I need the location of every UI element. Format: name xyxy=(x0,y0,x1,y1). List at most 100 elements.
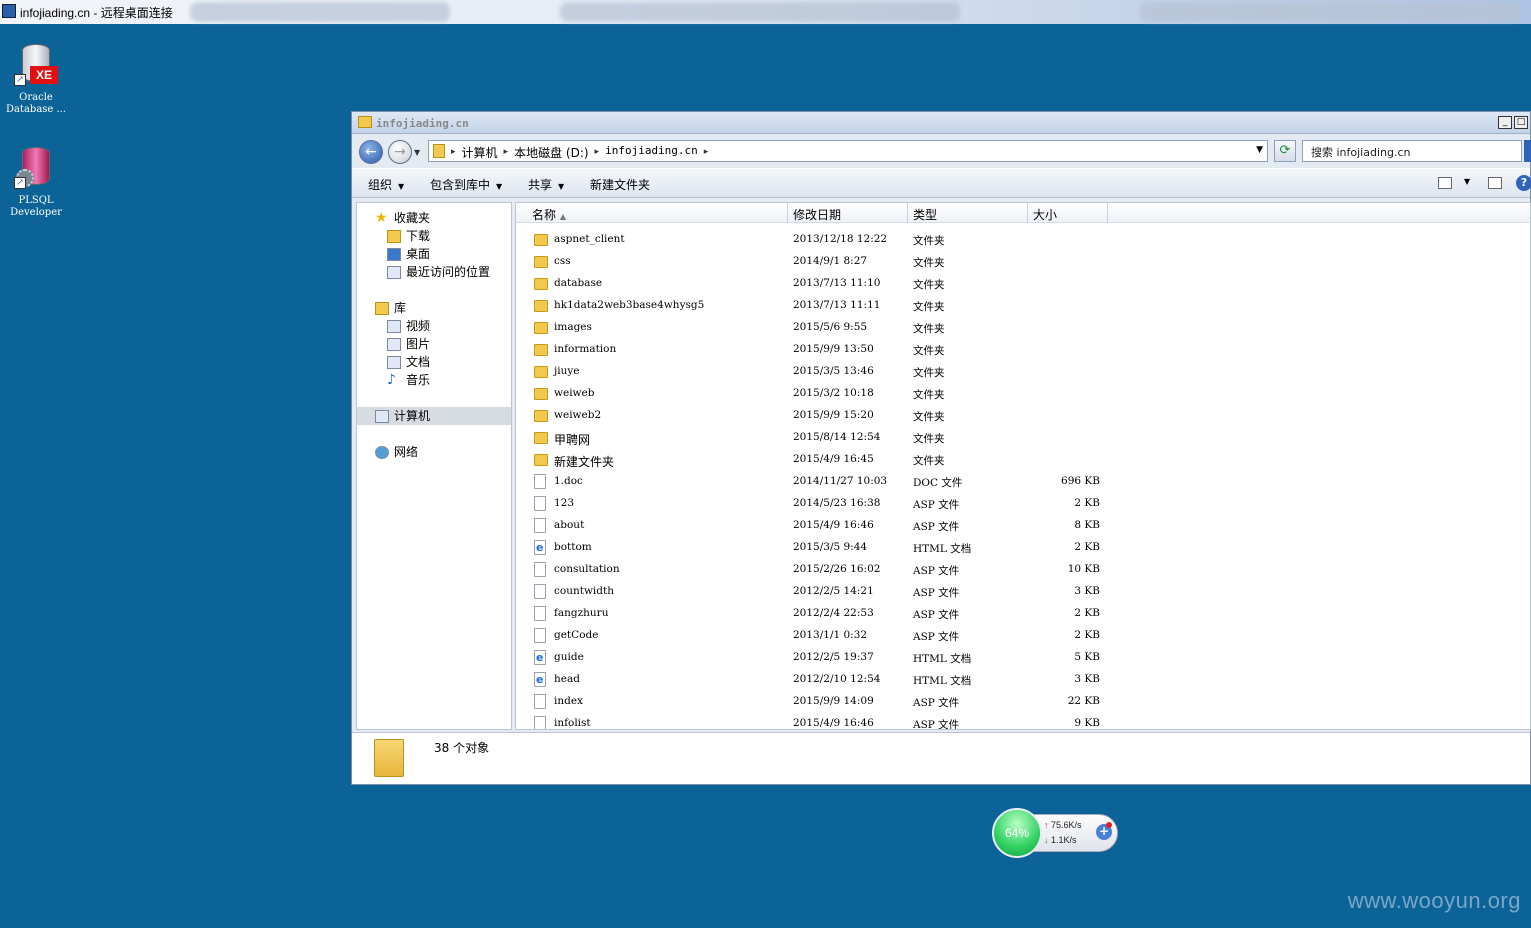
file-row[interactable]: 123 2014/5/23 16:38 ASP 文件 2 KB xyxy=(516,493,1530,515)
file-name: bottom xyxy=(554,541,592,553)
chevron-right-icon[interactable]: ▸ xyxy=(504,144,509,161)
share-button[interactable]: 共享 ▼ xyxy=(528,176,564,193)
network-icon xyxy=(375,446,389,459)
file-row[interactable]: images 2015/5/6 9:55 文件夹 xyxy=(516,317,1530,339)
search-placeholder: 搜索 infojiading.cn xyxy=(1311,146,1411,159)
column-name[interactable]: 名称 ▲ xyxy=(532,206,566,223)
chevron-right-icon[interactable]: ▸ xyxy=(595,144,600,161)
chevron-right-icon[interactable]: ▸ xyxy=(704,144,709,161)
view-options-icon[interactable] xyxy=(1438,177,1452,189)
file-row[interactable]: css 2014/9/1 8:27 文件夹 xyxy=(516,251,1530,273)
address-row: ← → ▼ ▸ 计算机 ▸ 本地磁盘 (D:) ▸ infojiading.cn… xyxy=(352,134,1531,168)
file-size: 22 KB xyxy=(1067,695,1100,707)
new-folder-button[interactable]: 新建文件夹 xyxy=(590,176,650,193)
desktop-icon-oracle-database[interactable]: XE ↗ Oracle Database ... xyxy=(0,42,72,116)
file-name: 新建文件夹 xyxy=(554,455,615,469)
file-row[interactable]: weiweb2 2015/9/9 15:20 文件夹 xyxy=(516,405,1530,427)
back-button[interactable]: ← xyxy=(359,140,383,164)
memory-usage-ball[interactable]: 64% xyxy=(992,808,1042,858)
file-row[interactable]: weiweb 2015/3/2 10:18 文件夹 xyxy=(516,383,1530,405)
shortcut-arrow-icon: ↗ xyxy=(14,74,26,86)
maximize-button[interactable]: □ xyxy=(1514,116,1528,129)
file-row[interactable]: index 2015/9/9 14:09 ASP 文件 22 KB xyxy=(516,691,1530,713)
desktop-icon-label: Oracle xyxy=(19,92,53,103)
file-row[interactable]: database 2013/7/13 11:10 文件夹 xyxy=(516,273,1530,295)
nav-libraries[interactable]: 库 xyxy=(375,299,406,317)
file-date: 2015/8/14 12:54 xyxy=(793,431,881,443)
nav-music[interactable]: ♪ 音乐 xyxy=(387,371,430,389)
column-type[interactable]: 类型 xyxy=(913,206,937,223)
file-name: information xyxy=(554,343,617,355)
search-icon[interactable] xyxy=(1524,140,1531,162)
file-row[interactable]: head 2012/2/10 12:54 HTML 文档 3 KB xyxy=(516,669,1530,691)
file-size: 2 KB xyxy=(1074,629,1100,641)
file-row[interactable]: hk1data2web3base4whysg5 2013/7/13 11:11 文件… xyxy=(516,295,1530,317)
minimize-button[interactable]: _ xyxy=(1498,116,1512,129)
desktop-icon-plsql-developer[interactable]: ↗ PLSQL Developer xyxy=(0,145,72,219)
file-name: images xyxy=(554,321,592,333)
file-size: 696 KB xyxy=(1061,475,1100,487)
network-speed-widget[interactable]: 64% ↑ 75.6K/s ↓ 1.1K/s + xyxy=(992,808,1120,858)
file-name: fangzhuru xyxy=(554,607,609,619)
file-row[interactable]: aspnet_client 2013/12/18 12:22 文件夹 xyxy=(516,229,1530,251)
computer-icon xyxy=(375,410,389,423)
file-type: ASP 文件 xyxy=(913,587,960,599)
redacted-area xyxy=(1140,2,1520,22)
file-row[interactable]: countwidth 2012/2/5 14:21 ASP 文件 3 KB xyxy=(516,581,1530,603)
address-dropdown[interactable]: ▼ xyxy=(1256,145,1263,155)
breadcrumb-current-folder[interactable]: infojiading.cn xyxy=(605,144,698,161)
nav-downloads[interactable]: 下载 xyxy=(387,227,430,245)
nav-documents[interactable]: 文档 xyxy=(387,353,430,371)
file-row[interactable]: fangzhuru 2012/2/4 22:53 ASP 文件 2 KB xyxy=(516,603,1530,625)
nav-desktop[interactable]: 桌面 xyxy=(387,245,430,263)
recent-pages-dropdown[interactable]: ▼ xyxy=(414,148,420,157)
file-type: 文件夹 xyxy=(913,345,945,357)
file-date: 2013/12/18 12:22 xyxy=(793,233,888,245)
nav-recent-places[interactable]: 最近访问的位置 xyxy=(387,263,490,281)
nav-pictures[interactable]: 图片 xyxy=(387,335,430,353)
nav-videos[interactable]: 视频 xyxy=(387,317,430,335)
file-row[interactable]: 甲聘网 2015/8/14 12:54 文件夹 xyxy=(516,427,1530,449)
folder-icon xyxy=(534,454,548,466)
file-icon xyxy=(534,562,546,577)
column-size[interactable]: 大小 xyxy=(1033,206,1057,223)
nav-network[interactable]: 网络 xyxy=(375,443,418,461)
file-row[interactable]: 新建文件夹 2015/4/9 16:45 文件夹 xyxy=(516,449,1530,471)
nav-favorites[interactable]: ★ 收藏夹 xyxy=(375,209,430,227)
include-in-library-button[interactable]: 包含到库中 ▼ xyxy=(430,176,502,193)
file-icon xyxy=(534,496,546,511)
organize-button[interactable]: 组织 ▼ xyxy=(368,176,404,193)
file-type: 文件夹 xyxy=(913,257,945,269)
explorer-title-bar[interactable]: infojiading.cn _ □ xyxy=(352,112,1530,134)
breadcrumb-local-disk[interactable]: 本地磁盘 (D:) xyxy=(514,144,588,161)
nav-computer[interactable]: 计算机 xyxy=(357,407,511,425)
help-icon[interactable]: ? xyxy=(1516,175,1531,191)
file-row[interactable]: 1.doc 2014/11/27 10:03 DOC 文件 696 KB xyxy=(516,471,1530,493)
file-row[interactable]: bottom 2015/3/5 9:44 HTML 文档 2 KB xyxy=(516,537,1530,559)
view-dropdown[interactable]: ▼ xyxy=(1464,177,1470,186)
file-size: 9 KB xyxy=(1074,717,1100,729)
file-name: index xyxy=(554,695,583,707)
refresh-button[interactable]: ⟳ xyxy=(1274,140,1296,162)
breadcrumb-computer[interactable]: 计算机 xyxy=(462,144,498,161)
file-type: 文件夹 xyxy=(913,301,945,313)
chevron-right-icon[interactable]: ▸ xyxy=(451,144,456,161)
file-row[interactable]: consultation 2015/2/26 16:02 ASP 文件 10 KB xyxy=(516,559,1530,581)
address-bar[interactable]: ▸ 计算机 ▸ 本地磁盘 (D:) ▸ infojiading.cn ▸ ▼ xyxy=(428,140,1268,162)
file-name: hk1data2web3base4whysg5 xyxy=(554,299,705,311)
search-input[interactable]: 搜索 infojiading.cn xyxy=(1302,140,1522,162)
file-row[interactable]: getCode 2013/1/1 0:32 ASP 文件 2 KB xyxy=(516,625,1530,647)
video-icon xyxy=(387,320,401,333)
file-date: 2015/3/2 10:18 xyxy=(793,387,874,399)
rdp-window-title: infojiading.cn - 远程桌面连接 xyxy=(20,6,173,20)
forward-button[interactable]: → xyxy=(388,140,412,164)
file-type: 文件夹 xyxy=(913,323,945,335)
file-row[interactable]: jiuye 2015/3/5 13:46 文件夹 xyxy=(516,361,1530,383)
file-row[interactable]: infolist 2015/4/9 16:46 ASP 文件 9 KB xyxy=(516,713,1530,729)
file-row[interactable]: about 2015/4/9 16:46 ASP 文件 8 KB xyxy=(516,515,1530,537)
file-row[interactable]: guide 2012/2/5 19:37 HTML 文档 5 KB xyxy=(516,647,1530,669)
file-row[interactable]: information 2015/9/9 13:50 文件夹 xyxy=(516,339,1530,361)
file-type: ASP 文件 xyxy=(913,631,960,643)
preview-pane-icon[interactable] xyxy=(1488,177,1502,189)
column-date[interactable]: 修改日期 xyxy=(793,206,841,223)
